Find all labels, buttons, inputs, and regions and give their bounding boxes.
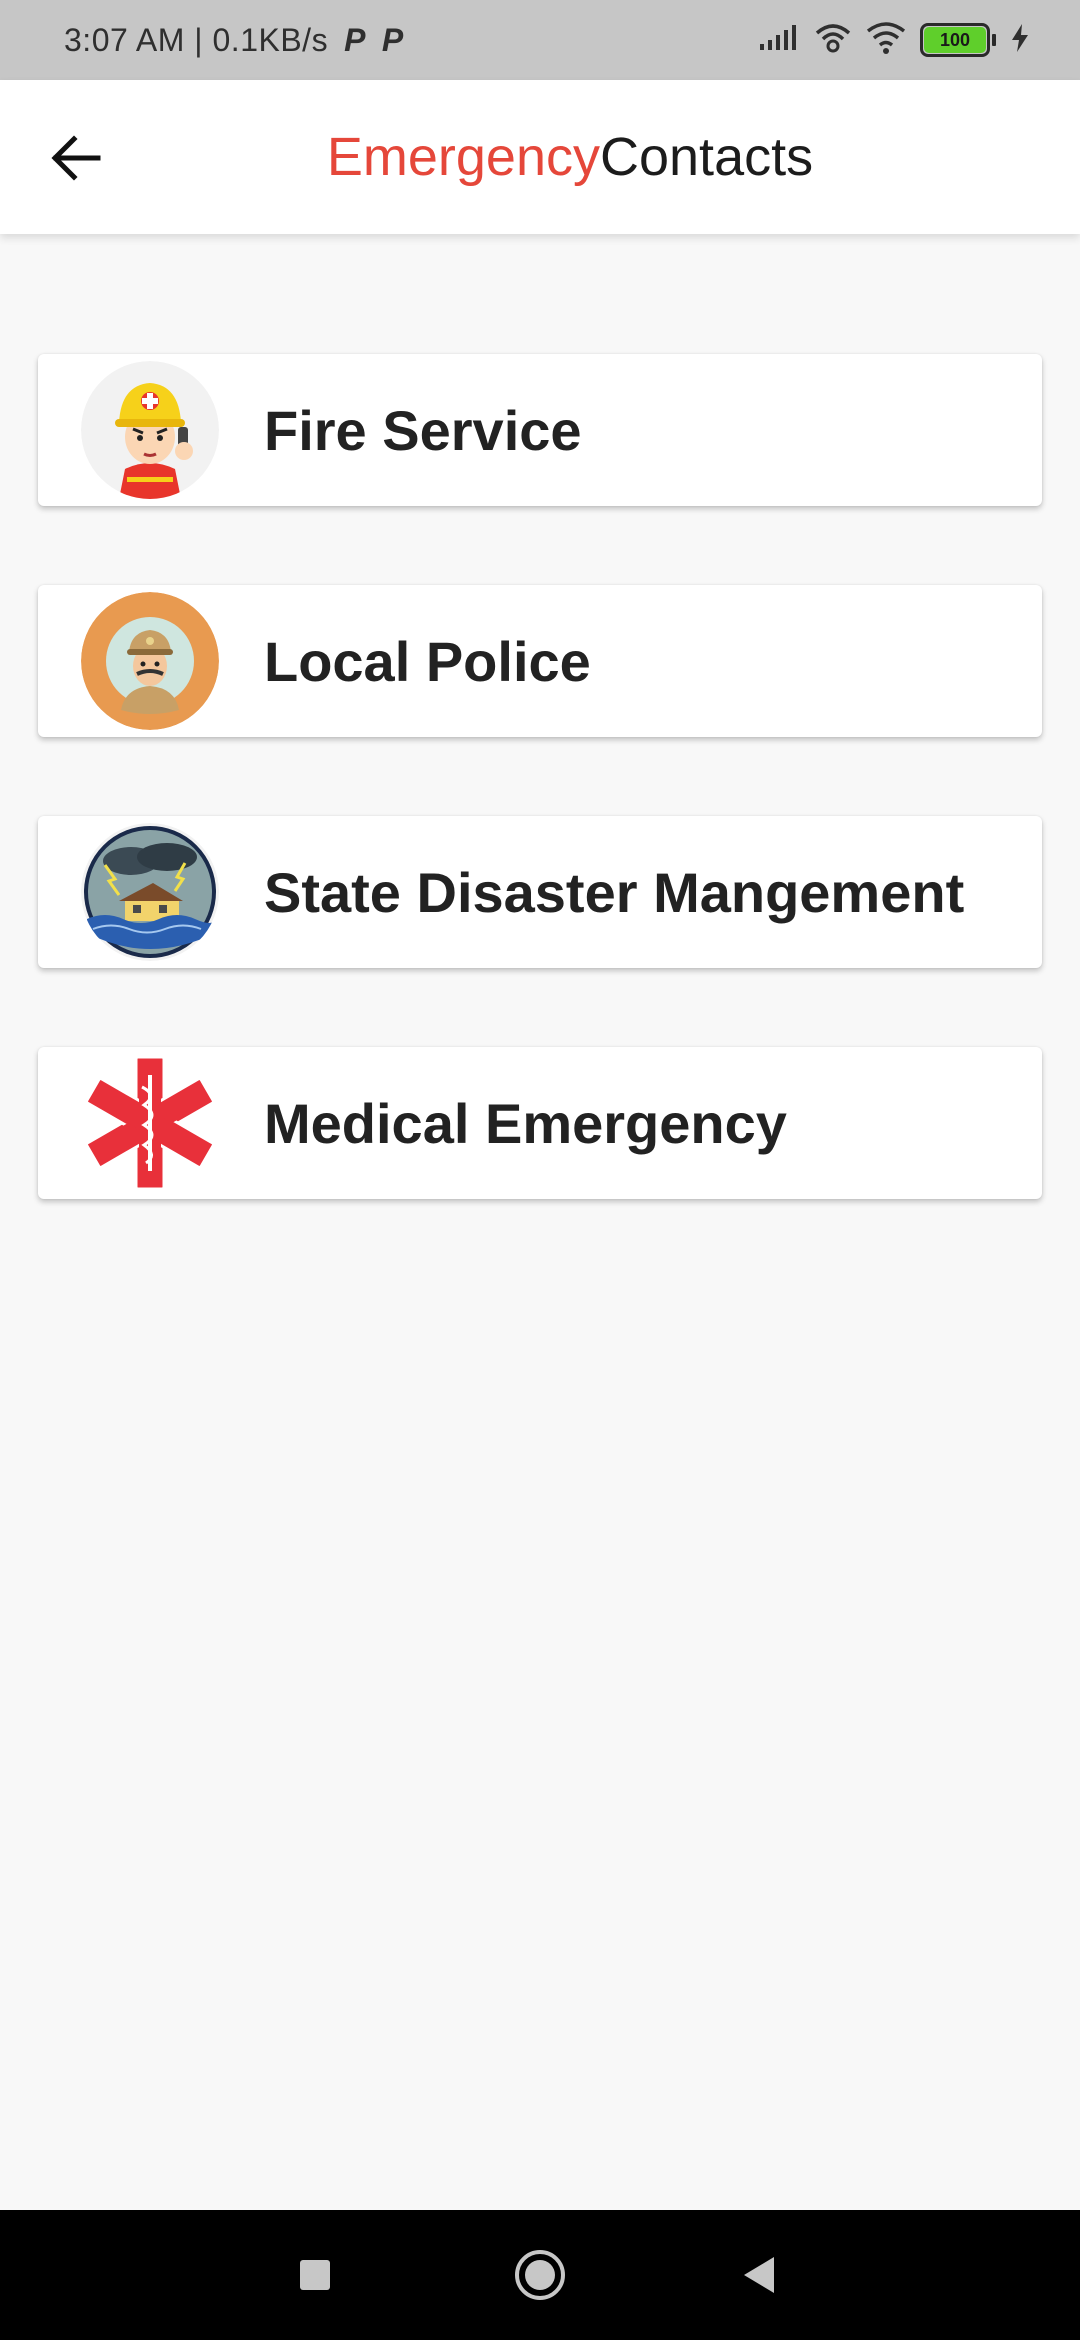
- signal-icon: [758, 24, 800, 57]
- contact-label: State Disaster Mangement: [264, 860, 965, 924]
- flood-disaster-icon: [81, 823, 219, 961]
- page-title: Emergency Contacts: [0, 80, 1080, 234]
- p-app-icon: P: [381, 21, 404, 58]
- battery-level: 100: [924, 27, 986, 53]
- charging-icon: [1010, 23, 1030, 58]
- battery-icon: 100: [920, 23, 996, 57]
- page-title-part1: Emergency: [326, 127, 600, 187]
- p-app-icon: P: [344, 21, 366, 58]
- status-left: 3:07 AM | 0.1KB/s P P: [64, 0, 404, 80]
- contact-label: Medical Emergency: [264, 1091, 787, 1155]
- wifi-icon: [866, 21, 906, 60]
- star-of-life-icon: [81, 1054, 219, 1192]
- app-bar: Emergency Contacts: [0, 80, 1080, 234]
- circle-home-icon: [515, 2250, 565, 2300]
- firefighter-icon: [81, 361, 219, 499]
- status-bar: 3:07 AM | 0.1KB/s P P 100: [0, 0, 1080, 80]
- home-button[interactable]: [505, 2240, 575, 2310]
- contact-label: Fire Service: [264, 398, 582, 462]
- contact-card-local-police[interactable]: Local Police: [38, 585, 1042, 737]
- status-time-speed: 3:07 AM | 0.1KB/s: [64, 21, 329, 58]
- system-nav-bar: [0, 2210, 1080, 2340]
- contact-label: Local Police: [264, 629, 591, 693]
- back-nav-button[interactable]: [725, 2240, 795, 2310]
- status-right: 100: [758, 0, 1030, 80]
- page-title-part2: Contacts: [600, 127, 814, 187]
- contact-card-state-disaster-mangement[interactable]: State Disaster Mangement: [38, 816, 1042, 968]
- contact-card-fire-service[interactable]: Fire Service: [38, 354, 1042, 506]
- contact-card-medical-emergency[interactable]: Medical Emergency: [38, 1047, 1042, 1199]
- square-recent-apps-icon: [300, 2260, 330, 2290]
- police-officer-icon: [81, 592, 219, 730]
- triangle-back-icon: [744, 2257, 774, 2293]
- contact-list: Fire Service Local Police State Disaster…: [38, 354, 1042, 1278]
- recent-apps-button[interactable]: [280, 2240, 350, 2310]
- hotspot-icon: [814, 21, 852, 60]
